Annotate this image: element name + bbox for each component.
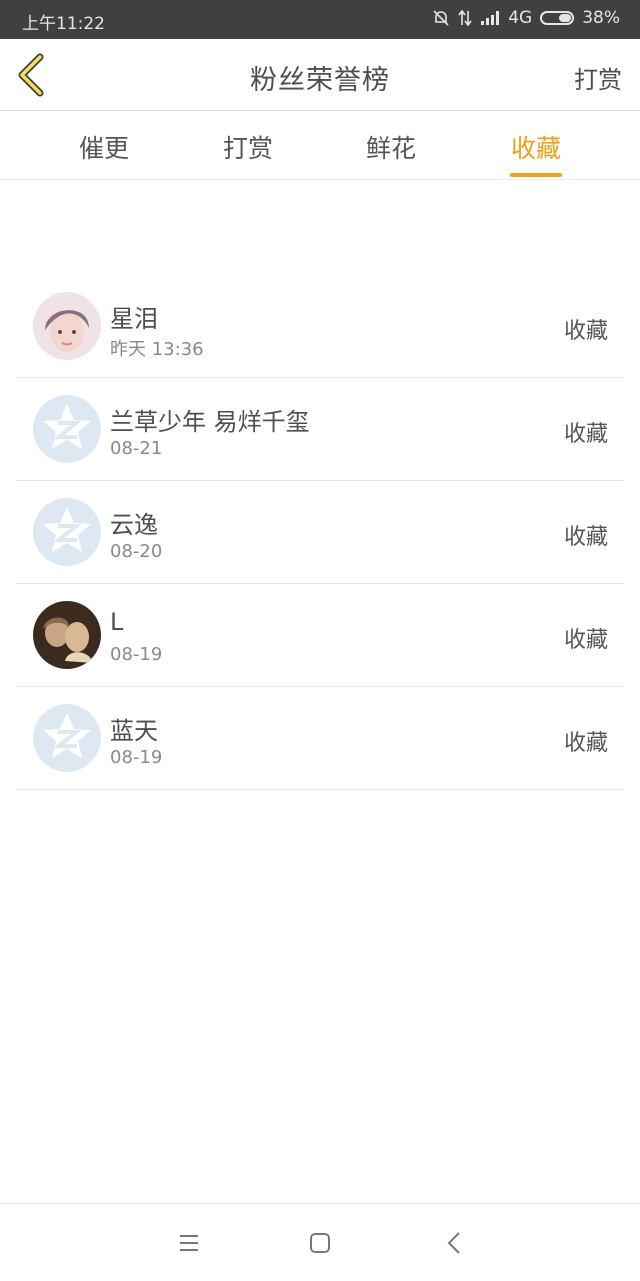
- timestamp: 08-21: [110, 438, 163, 459]
- default-avatar-icon: [33, 395, 101, 463]
- back-icon[interactable]: [440, 1228, 470, 1258]
- list-item[interactable]: 云逸 08-20 收藏: [16, 481, 624, 584]
- status-icons: 4G 38%: [432, 8, 620, 28]
- user-name: 蓝天: [110, 717, 158, 745]
- avatar: [33, 601, 101, 669]
- record-type: 收藏: [563, 628, 608, 653]
- list-item[interactable]: 蓝天 08-19 收藏: [16, 687, 624, 790]
- reward-button[interactable]: 打赏: [574, 60, 622, 95]
- signal-icon: [481, 11, 500, 25]
- menu-icon[interactable]: [174, 1228, 204, 1258]
- mute-bell-icon: [433, 10, 449, 26]
- timestamp: 08-19: [110, 747, 163, 768]
- default-avatar-icon: [33, 498, 101, 566]
- user-name: L: [110, 608, 124, 636]
- tab-urge[interactable]: 催更: [68, 129, 140, 165]
- home-icon[interactable]: [305, 1228, 335, 1258]
- list-item[interactable]: 星泪 昨天 13:36 收藏: [16, 275, 624, 378]
- tab-favorites[interactable]: 收藏: [500, 129, 572, 177]
- network-type: 4G: [508, 8, 533, 28]
- page-title: 粉丝荣誉榜: [250, 65, 390, 96]
- record-type: 收藏: [563, 525, 608, 550]
- record-type: 收藏: [563, 319, 608, 344]
- list-item[interactable]: 兰草少年 易烊千玺 08-21 收藏: [16, 378, 624, 481]
- user-name: 星泪: [110, 305, 158, 333]
- status-time: 上午11:22: [22, 14, 105, 34]
- fan-list: 星泪 昨天 13:36 收藏 兰草少年 易烊千玺 08-21 收藏 云逸 08-…: [16, 275, 624, 790]
- tab-flowers[interactable]: 鲜花: [355, 129, 427, 165]
- timestamp: 08-20: [110, 541, 163, 562]
- battery-icon: [540, 11, 575, 25]
- title-bar: 粉丝荣誉榜 打赏: [0, 39, 640, 111]
- tab-reward[interactable]: 打赏: [212, 129, 284, 165]
- status-bar: 上午11:22 4G 38%: [0, 0, 640, 39]
- data-transfer-icon: [458, 9, 472, 27]
- battery-level: 38%: [582, 8, 620, 28]
- timestamp: 08-19: [110, 644, 163, 665]
- timestamp: 昨天 13:36: [110, 339, 204, 360]
- user-name: 兰草少年 易烊千玺: [110, 408, 310, 436]
- default-avatar-icon: [33, 704, 101, 772]
- avatar: [33, 292, 101, 360]
- tab-bar: 催更 打赏 鲜花 收藏: [0, 111, 640, 180]
- record-type: 收藏: [563, 422, 608, 447]
- record-type: 收藏: [563, 731, 608, 756]
- system-navbar: [0, 1203, 640, 1281]
- user-name: 云逸: [110, 511, 158, 539]
- list-item[interactable]: L 08-19 收藏: [16, 584, 624, 687]
